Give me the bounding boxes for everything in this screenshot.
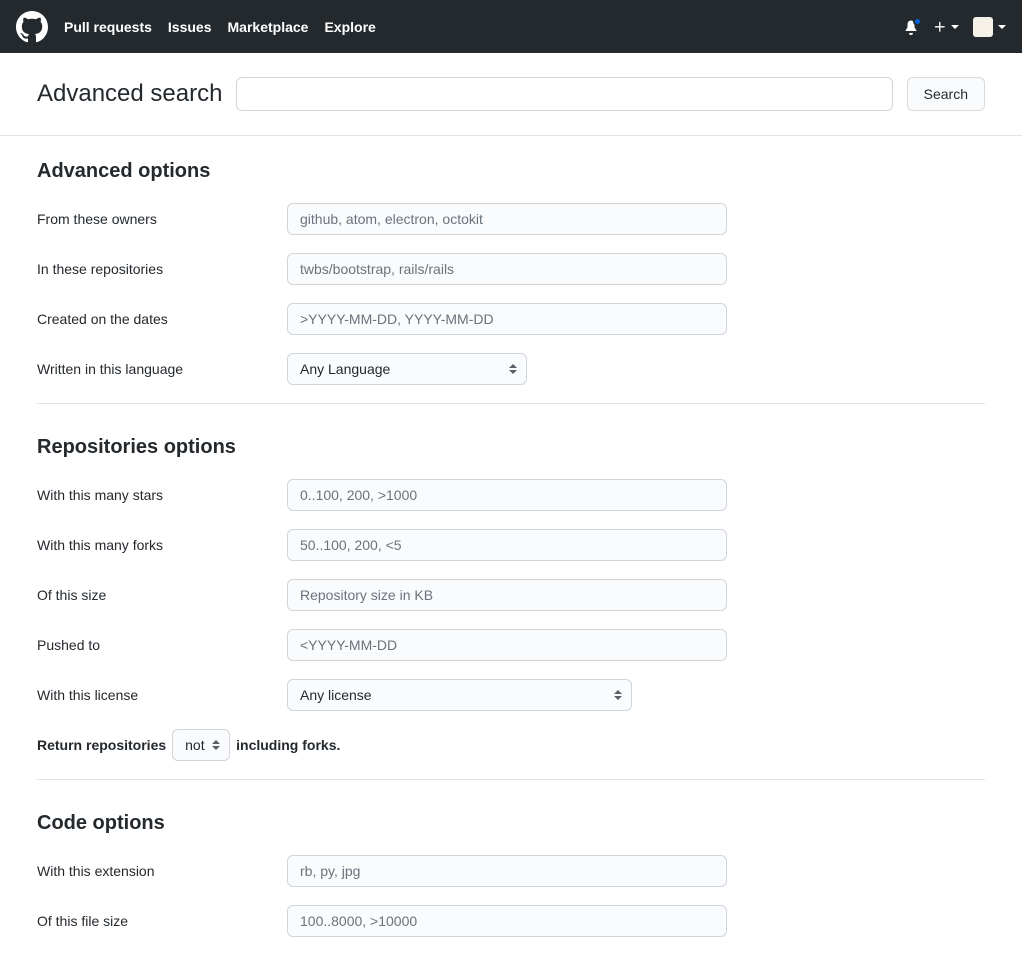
label-language: Written in this language (37, 361, 287, 377)
field-row-extension: With this extension (37, 855, 985, 887)
search-button[interactable]: Search (907, 77, 985, 111)
label-repos: In these repositories (37, 261, 287, 277)
field-row-repos: In these repositories (37, 253, 985, 285)
input-stars[interactable] (287, 479, 727, 511)
label-return-repos-post: including forks. (236, 737, 340, 753)
header-left: Pull requests Issues Marketplace Explore (16, 11, 376, 43)
field-row-pushed: Pushed to (37, 629, 985, 661)
field-row-include-forks: Return repositories not including forks. (37, 729, 985, 761)
section-heading-code: Code options (37, 812, 985, 835)
label-size: Of this size (37, 587, 287, 603)
nav-issues[interactable]: Issues (168, 19, 212, 35)
nav-marketplace[interactable]: Marketplace (228, 19, 309, 35)
label-return-repos-pre: Return repositories (37, 737, 166, 753)
field-row-forks: With this many forks (37, 529, 985, 561)
label-pushed: Pushed to (37, 637, 287, 653)
field-row-stars: With this many stars (37, 479, 985, 511)
input-size[interactable] (287, 579, 727, 611)
select-license[interactable]: Any license (287, 679, 632, 711)
page-title: Advanced search (37, 80, 222, 108)
input-owners[interactable] (287, 203, 727, 235)
input-forks[interactable] (287, 529, 727, 561)
select-language[interactable]: Any Language (287, 353, 527, 385)
primary-nav: Pull requests Issues Marketplace Explore (64, 19, 376, 35)
field-row-license: With this license Any license (37, 679, 985, 711)
input-pushed[interactable] (287, 629, 727, 661)
label-created: Created on the dates (37, 311, 287, 327)
field-row-filesize: Of this file size (37, 905, 985, 937)
field-row-created: Created on the dates (37, 303, 985, 335)
advanced-search-bar: Advanced search Search (37, 53, 985, 135)
github-logo-icon[interactable] (16, 11, 48, 43)
nav-pull-requests[interactable]: Pull requests (64, 19, 152, 35)
input-repos[interactable] (287, 253, 727, 285)
label-filesize: Of this file size (37, 913, 287, 929)
section-heading-advanced: Advanced options (37, 160, 985, 183)
input-filesize[interactable] (287, 905, 727, 937)
caret-down-icon (951, 25, 959, 29)
advanced-search-input[interactable] (236, 77, 892, 111)
label-forks: With this many forks (37, 537, 287, 553)
label-owners: From these owners (37, 211, 287, 227)
input-extension[interactable] (287, 855, 727, 887)
label-stars: With this many stars (37, 487, 287, 503)
advanced-options-section: Advanced options From these owners In th… (37, 136, 985, 412)
field-row-size: Of this size (37, 579, 985, 611)
caret-down-icon (998, 25, 1006, 29)
code-options-section: Code options With this extension Of this… (37, 788, 985, 963)
nav-explore[interactable]: Explore (324, 19, 375, 35)
header-right (903, 17, 1006, 37)
section-heading-repositories: Repositories options (37, 436, 985, 459)
user-menu-dropdown[interactable] (973, 17, 1006, 37)
global-header: Pull requests Issues Marketplace Explore (0, 0, 1022, 53)
notifications-button[interactable] (903, 19, 919, 35)
field-row-language: Written in this language Any Language (37, 353, 985, 385)
avatar (973, 17, 993, 37)
create-new-dropdown[interactable] (933, 20, 959, 34)
repositories-options-section: Repositories options With this many star… (37, 412, 985, 788)
label-extension: With this extension (37, 863, 287, 879)
field-row-owners: From these owners (37, 203, 985, 235)
input-created[interactable] (287, 303, 727, 335)
notification-indicator-icon (913, 17, 922, 26)
select-include-forks[interactable]: not (172, 729, 230, 761)
label-license: With this license (37, 687, 287, 703)
